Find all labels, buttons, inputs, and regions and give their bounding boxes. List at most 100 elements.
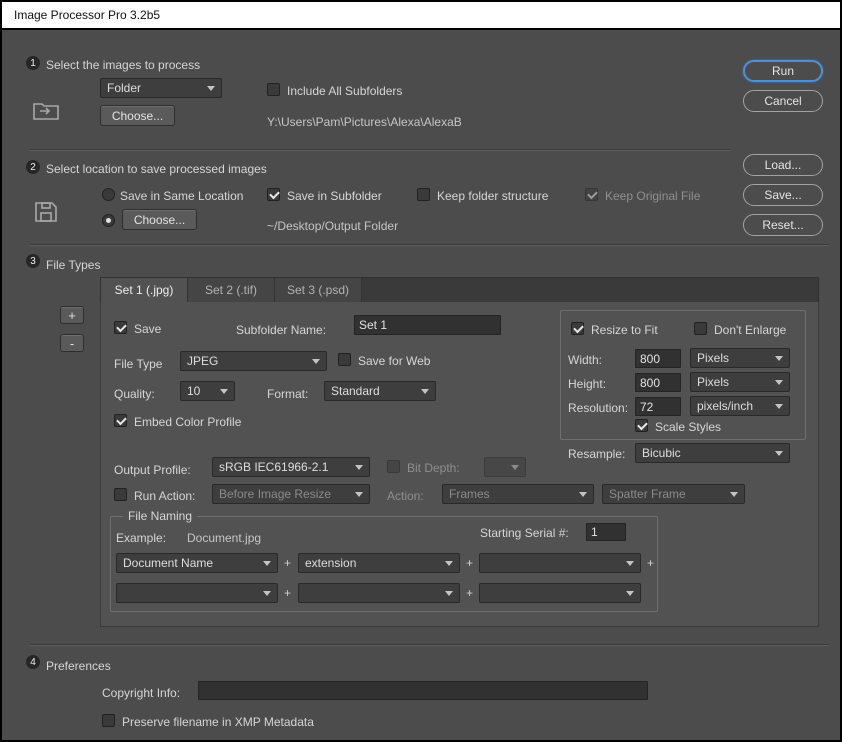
bit-depth-checkbox <box>387 460 400 473</box>
section1-title: Select the images to process <box>46 58 201 72</box>
resample-label: Resample: <box>568 447 626 461</box>
plus-separator: + <box>284 586 292 600</box>
chevron-down-icon <box>445 560 453 566</box>
source-type-select[interactable]: Folder <box>100 78 222 98</box>
file-type-select[interactable]: JPEG <box>180 351 327 371</box>
tab-set-1-jpg[interactable]: Set 1 (.jpg) <box>101 278 188 302</box>
file-type-value: JPEG <box>187 354 219 368</box>
action-set-value: Frames <box>449 487 490 501</box>
resample-select[interactable]: Bicubic <box>635 443 790 463</box>
chevron-down-icon <box>207 85 215 91</box>
reset-button[interactable]: Reset... <box>743 214 823 236</box>
save-for-web-checkbox[interactable] <box>338 353 351 366</box>
copyright-info-label: Copyright Info: <box>102 686 181 700</box>
resolution-unit-select[interactable]: pixels/inch <box>690 396 790 416</box>
separator <box>30 244 829 246</box>
action-label: Action: <box>387 489 424 503</box>
section4-title: Preferences <box>46 659 111 673</box>
subfolder-name-input[interactable] <box>354 315 501 335</box>
save-in-subfolder-checkbox[interactable] <box>267 188 280 201</box>
chevron-down-icon <box>312 358 320 364</box>
naming-token-3-select[interactable] <box>479 553 641 573</box>
naming-token-2-select[interactable]: extension <box>298 553 460 573</box>
include-subfolders-checkbox[interactable] <box>267 83 280 96</box>
naming-token-4-select[interactable] <box>116 583 278 603</box>
resize-to-fit-label: Resize to Fit <box>591 323 658 337</box>
quality-label: Quality: <box>114 387 155 401</box>
step-4-badge: 4 <box>26 655 40 669</box>
keep-folder-structure-checkbox[interactable] <box>417 188 430 201</box>
run-action-timing-value: Before Image Resize <box>219 487 332 501</box>
section2-title: Select location to save processed images <box>46 162 267 176</box>
format-select[interactable]: Standard <box>324 381 436 401</box>
step-3-badge: 3 <box>26 254 40 268</box>
width-input[interactable] <box>635 349 681 368</box>
save-for-web-label: Save for Web <box>358 354 431 368</box>
starting-serial-input[interactable] <box>586 523 626 541</box>
height-unit-select[interactable]: Pixels <box>690 372 790 392</box>
save-settings-button[interactable]: Save... <box>743 184 823 206</box>
bit-depth-select <box>484 457 526 477</box>
chevron-down-icon <box>775 355 783 361</box>
resample-value: Bicubic <box>642 446 681 460</box>
resolution-input[interactable] <box>635 397 681 416</box>
chevron-down-icon <box>775 450 783 456</box>
chevron-down-icon <box>775 403 783 409</box>
plus-separator: + <box>466 556 474 570</box>
embed-color-profile-checkbox[interactable] <box>114 414 127 427</box>
run-action-checkbox[interactable] <box>114 488 127 501</box>
tab-set-2-tif[interactable]: Set 2 (.tif) <box>188 278 275 302</box>
chevron-down-icon <box>220 388 228 394</box>
preserve-filename-label: Preserve filename in XMP Metadata <box>122 715 314 729</box>
quality-select[interactable]: 10 <box>180 381 235 401</box>
resolution-label: Resolution: <box>568 401 629 415</box>
remove-file-type-set-button[interactable]: - <box>60 334 84 352</box>
preserve-filename-checkbox[interactable] <box>102 714 115 727</box>
plus-separator: + <box>647 556 655 570</box>
scale-styles-checkbox[interactable] <box>635 419 648 432</box>
add-file-type-set-button[interactable]: + <box>60 306 84 324</box>
subfolder-name-label: Subfolder Name: <box>236 323 327 337</box>
tab-set-3-psd[interactable]: Set 3 (.psd) <box>275 278 362 302</box>
format-value: Standard <box>331 384 380 398</box>
plus-separator: + <box>466 586 474 600</box>
load-button[interactable]: Load... <box>743 154 823 176</box>
section3-title: File Types <box>46 258 101 272</box>
chevron-down-icon <box>730 491 738 497</box>
naming-token-1-select[interactable]: Document Name <box>116 553 278 573</box>
copyright-info-input[interactable] <box>198 681 648 700</box>
example-value: Document.jpg <box>187 531 262 545</box>
embed-color-profile-label: Embed Color Profile <box>134 415 242 429</box>
cancel-button[interactable]: Cancel <box>743 90 823 112</box>
choose-source-button[interactable]: Choose... <box>100 105 175 126</box>
height-label: Height: <box>568 377 607 391</box>
step-2-badge: 2 <box>26 160 40 174</box>
scale-styles-label: Scale Styles <box>655 420 722 434</box>
naming-token-5-select[interactable] <box>298 583 460 603</box>
file-naming-legend: File Naming <box>123 509 198 523</box>
output-profile-value: sRGB IEC61966-2.1 <box>219 460 329 474</box>
bit-depth-label: Bit Depth: <box>407 461 460 475</box>
destination-path: ~/Desktop/Output Folder <box>267 219 399 233</box>
save-same-location-radio[interactable] <box>102 188 115 201</box>
chevron-down-icon <box>263 590 271 596</box>
format-label: Format: <box>267 387 309 401</box>
resize-to-fit-checkbox[interactable] <box>571 322 584 335</box>
run-button[interactable]: Run <box>743 60 823 82</box>
width-unit-select[interactable]: Pixels <box>690 348 790 368</box>
naming-token-6-select[interactable] <box>479 583 641 603</box>
save-set-checkbox[interactable] <box>114 321 127 334</box>
file-type-tabstrip: Set 1 (.jpg) Set 2 (.tif) Set 3 (.psd) <box>100 277 819 302</box>
height-input[interactable] <box>635 373 681 392</box>
step-1-badge: 1 <box>26 56 40 70</box>
keep-original-file-label: Keep Original File <box>605 189 701 203</box>
save-same-location-label: Save in Same Location <box>120 189 244 203</box>
save-to-folder-radio[interactable] <box>102 214 115 227</box>
naming-token-2-value: extension <box>305 556 357 570</box>
choose-destination-button[interactable]: Choose... <box>122 209 197 230</box>
starting-serial-label: Starting Serial #: <box>480 526 569 540</box>
window-title: Image Processor Pro 3.2b5 <box>14 8 161 22</box>
dont-enlarge-checkbox[interactable] <box>694 322 707 335</box>
output-profile-select[interactable]: sRGB IEC61966-2.1 <box>212 457 370 477</box>
chevron-down-icon <box>626 590 634 596</box>
